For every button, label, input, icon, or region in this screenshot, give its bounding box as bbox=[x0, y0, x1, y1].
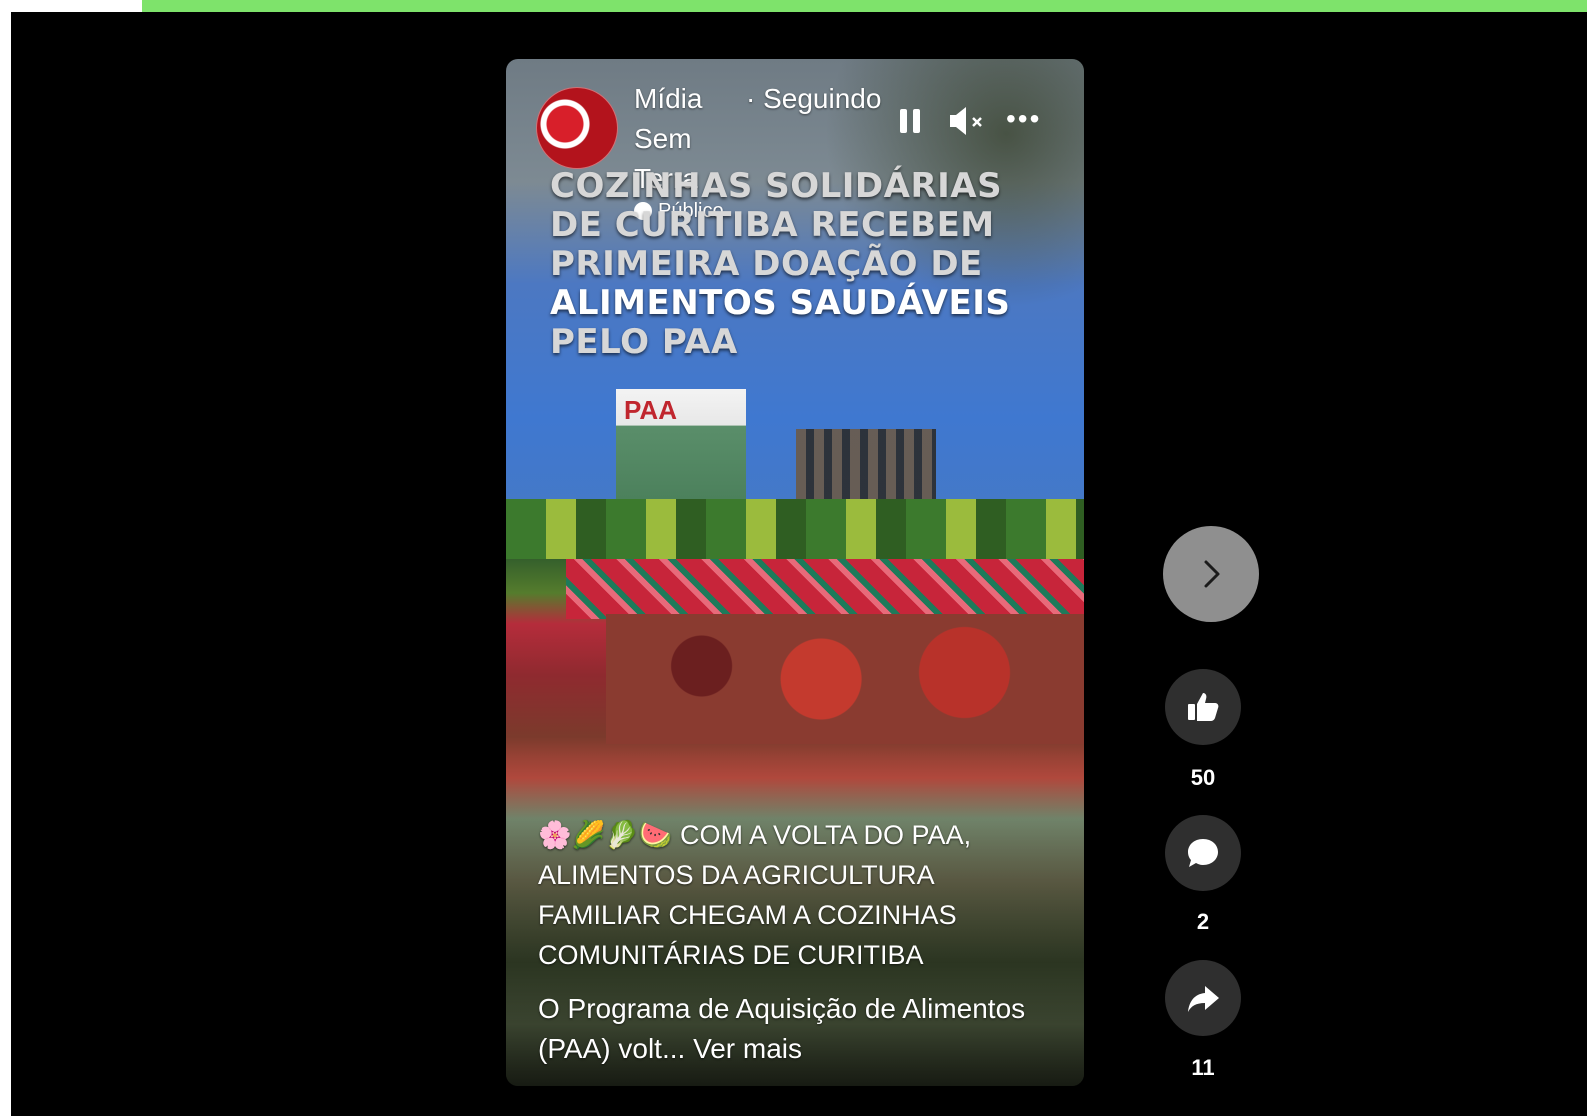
mute-button[interactable] bbox=[946, 101, 986, 141]
like-count: 50 bbox=[1190, 765, 1216, 790]
reel-video[interactable]: PAA Mídia Sem Terra · Seguindo Público •… bbox=[506, 59, 1084, 1086]
thumbs-up-icon bbox=[1188, 693, 1219, 721]
paa-banner-text: PAA bbox=[624, 395, 677, 425]
headline-line: COZINHAS SOLIDÁRIAS bbox=[550, 166, 1003, 206]
video-produce bbox=[606, 614, 1084, 744]
muted-speaker-icon bbox=[950, 107, 982, 135]
comment-count: 2 bbox=[1196, 909, 1210, 934]
author-avatar[interactable] bbox=[536, 87, 618, 169]
paa-banner: PAA bbox=[616, 389, 746, 509]
caption-emojis: 🌸🌽🥬🍉 bbox=[538, 820, 673, 850]
headline-line: ALIMENTOS SAUDÁVEIS bbox=[550, 283, 1011, 323]
reel-viewer: PAA Mídia Sem Terra · Seguindo Público •… bbox=[11, 12, 1587, 1116]
top-progress-strip bbox=[142, 0, 1587, 12]
reel-caption: 🌸🌽🥬🍉 COM A VOLTA DO PAA, ALIMENTOS DA AG… bbox=[538, 815, 1058, 975]
reel-description: O Programa de Aquisição de Alimentos (PA… bbox=[538, 989, 1058, 1069]
top-strip-white bbox=[0, 0, 142, 12]
comment-button[interactable] bbox=[1165, 815, 1241, 891]
like-button[interactable] bbox=[1165, 669, 1241, 745]
share-arrow-icon bbox=[1188, 986, 1219, 1012]
headline-line: PELO PAA bbox=[550, 322, 738, 362]
chevron-right-icon bbox=[1204, 560, 1220, 588]
next-reel-button[interactable] bbox=[1163, 526, 1259, 622]
pause-icon bbox=[900, 109, 907, 133]
video-headline: COZINHAS SOLIDÁRIAS DE CURITIBA RECEBEM … bbox=[550, 167, 1050, 362]
headline-line: PRIMEIRA DOAÇÃO DE bbox=[550, 244, 983, 284]
headline-line: DE CURITIBA RECEBEM bbox=[550, 205, 995, 245]
see-more-link[interactable]: Ver mais bbox=[693, 1033, 802, 1064]
share-count: 11 bbox=[1191, 1055, 1215, 1080]
share-button[interactable] bbox=[1165, 960, 1241, 1036]
comment-icon bbox=[1188, 839, 1218, 867]
video-vegetables bbox=[506, 499, 1084, 559]
pause-button[interactable] bbox=[898, 107, 926, 135]
video-tablecloth bbox=[566, 559, 1084, 619]
more-options-icon[interactable]: ••• bbox=[1006, 105, 1046, 133]
following-label[interactable]: · Seguindo bbox=[746, 79, 881, 119]
